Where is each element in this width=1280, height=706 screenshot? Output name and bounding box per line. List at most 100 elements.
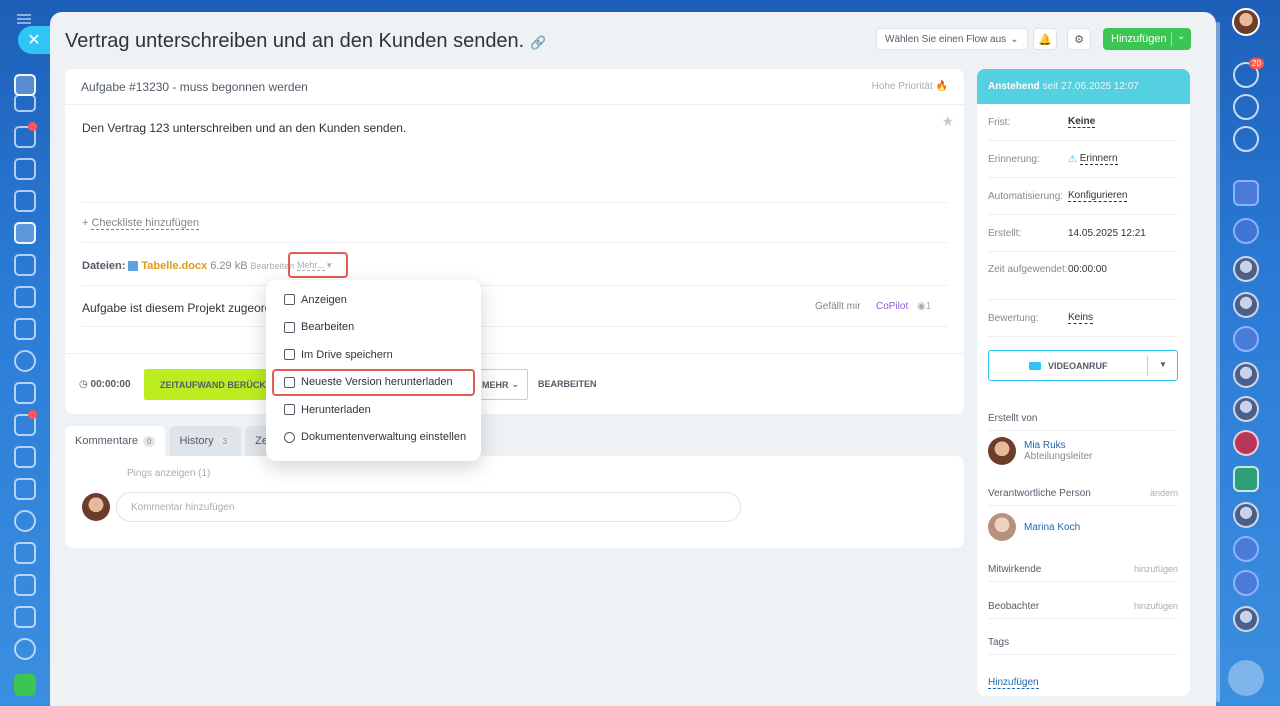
like-button[interactable]: Gefällt mir (815, 301, 861, 312)
task-header: Aufgabe #13230 - muss begonnen werden Ho… (65, 69, 964, 105)
close-slider-button[interactable]: ✕ (18, 26, 50, 54)
market-icon[interactable] (14, 674, 36, 696)
right-sidebar: 20 (1216, 0, 1280, 706)
video-call-label: VIDEOANRUF (1048, 360, 1108, 371)
divider (82, 326, 947, 327)
comment-input[interactable]: Kommentar hinzufügen (116, 492, 741, 522)
target-icon[interactable] (14, 510, 36, 532)
edit-task-button[interactable]: BEARBEITEN (538, 379, 597, 389)
bell-button[interactable]: 🔔 (1033, 28, 1057, 50)
group-avatar-icon[interactable] (1233, 466, 1259, 492)
responsible-name[interactable]: Marina Koch (1024, 522, 1080, 533)
creator-role: Abteilungsleiter (1024, 451, 1093, 462)
divider (82, 242, 947, 243)
priority-toggle[interactable]: Hohe Priorität 🔥 (872, 81, 948, 92)
hamburger-menu-icon[interactable] (17, 14, 31, 24)
contact-avatar-icon[interactable] (1233, 396, 1259, 422)
contacts-icon[interactable] (14, 318, 36, 340)
tasks-icon[interactable] (14, 222, 36, 244)
messenger-menu-icon[interactable] (1228, 660, 1264, 696)
monitor-icon[interactable] (14, 382, 36, 404)
download-icon (284, 404, 295, 416)
store-icon[interactable] (14, 446, 36, 468)
user-avatar[interactable] (1232, 8, 1260, 36)
analytics-icon[interactable] (14, 606, 36, 628)
menu-item-document-settings[interactable]: Dokumentenverwaltung einstellen (266, 424, 481, 452)
add-button[interactable]: Hinzufügen ⌄ (1103, 28, 1191, 50)
bookmark-icon[interactable] (1233, 180, 1259, 206)
video-call-button[interactable]: VIDEOANRUF ▼ (988, 350, 1178, 381)
upload-icon (284, 376, 295, 388)
copilot-icon[interactable] (1233, 94, 1259, 120)
copilot-link[interactable]: CoPilot (876, 301, 908, 312)
flow-select-label: Wählen Sie einen Flow aus (885, 33, 1007, 45)
add-tags-link[interactable]: Hinzufügen (988, 677, 1039, 689)
contact-avatar-icon[interactable] (1233, 256, 1259, 282)
contact-avatar-icon[interactable] (1233, 502, 1259, 528)
deadline-link[interactable]: Keine (1068, 116, 1096, 128)
more-actions-button[interactable]: MEHR ⌄ (475, 369, 528, 400)
contact-avatar-icon[interactable] (1233, 606, 1259, 632)
sign-icon[interactable] (14, 542, 36, 564)
link-icon[interactable]: 🔗 (530, 35, 546, 50)
priority-label: Hohe Priorität (871, 81, 933, 92)
feed-icon[interactable] (14, 94, 36, 112)
configure-link[interactable]: Konfigurieren (1068, 190, 1128, 202)
support-chat-icon[interactable] (1233, 218, 1259, 244)
copilot-chat-icon[interactable] (1233, 536, 1259, 562)
flow-select[interactable]: Wählen Sie einen Flow aus ⌄ (876, 28, 1028, 50)
file-more-button[interactable]: Mehr... ▾ (288, 252, 348, 278)
created-row: Erstellt: 14.05.2025 12:21 (988, 215, 1178, 252)
cart-icon[interactable] (14, 574, 36, 596)
chevron-down-icon[interactable]: ⌄ (1177, 31, 1185, 42)
gear-icon (284, 431, 295, 443)
tags-title: Tags (988, 637, 1178, 655)
collapse-icon[interactable] (14, 74, 36, 96)
group-avatar-icon[interactable] (1233, 430, 1259, 456)
add-participant-link[interactable]: hinzufügen (1134, 564, 1178, 575)
crm-icon[interactable] (14, 254, 36, 276)
reminder-link[interactable]: Erinnern (1079, 153, 1118, 165)
settings-button[interactable]: ⚙ (1067, 28, 1091, 50)
bell-icon: ⚠ (1068, 153, 1080, 165)
menu-item-save-drive[interactable]: Im Drive speichern (266, 341, 481, 369)
add-checklist-link[interactable]: + Checkliste hinzufügen (82, 217, 200, 230)
creator-name[interactable]: Mia Ruks (1024, 440, 1092, 451)
menu-item-download[interactable]: Herunterladen (266, 396, 481, 424)
file-name-link[interactable]: Tabelle.docx (141, 260, 207, 272)
search-chat-icon[interactable] (1233, 126, 1259, 152)
comment-placeholder: Kommentar hinzufügen (131, 501, 235, 513)
change-responsible-link[interactable]: ändern (1150, 488, 1178, 499)
left-sidebar: ✕ (0, 0, 50, 706)
robot-icon[interactable] (14, 478, 36, 500)
calendar-icon[interactable] (14, 158, 36, 180)
menu-item-edit[interactable]: Bearbeiten (266, 314, 481, 342)
docx-file-icon (128, 261, 139, 271)
rating-link[interactable]: Keins (1068, 312, 1094, 324)
track-time-button[interactable]: ZEITAUFWAND BERÜCKSICHTIGEN (144, 369, 279, 400)
funnel-badge (28, 410, 37, 419)
docs-icon[interactable] (14, 190, 36, 212)
time-spent-row: Zeit aufgewendet: 00:00:00 (988, 252, 1178, 300)
mail-icon[interactable] (14, 286, 36, 308)
sites-icon[interactable] (14, 350, 36, 372)
tab-comments[interactable]: Kommentare 0 (65, 426, 166, 456)
contact-avatar-icon[interactable] (1233, 292, 1259, 318)
settings-icon[interactable] (14, 638, 36, 660)
copilot-chat-icon[interactable] (1233, 570, 1259, 596)
star-icon[interactable]: ★ (941, 113, 954, 130)
show-pings-link[interactable]: Pings anzeigen (1) (127, 468, 210, 479)
responsible-person[interactable]: Marina Koch (988, 513, 1080, 541)
creator[interactable]: Mia Ruks Abteilungsleiter (988, 437, 1092, 465)
contact-avatar-icon[interactable] (1233, 362, 1259, 388)
divider (82, 202, 947, 203)
tab-history[interactable]: History 3 (169, 426, 242, 456)
add-observer-link[interactable]: hinzufügen (1134, 601, 1178, 612)
menu-item-view[interactable]: Anzeigen (266, 286, 481, 314)
copilot-chat-icon[interactable] (1233, 326, 1259, 352)
menu-item-download-latest[interactable]: Neueste Version herunterladen (272, 368, 475, 396)
chevron-down-icon[interactable]: ▼ (1159, 360, 1167, 369)
avatar (988, 513, 1016, 541)
tabs: Kommentare 0 History 3 Ze (65, 426, 278, 456)
scrollbar[interactable] (1216, 22, 1220, 702)
